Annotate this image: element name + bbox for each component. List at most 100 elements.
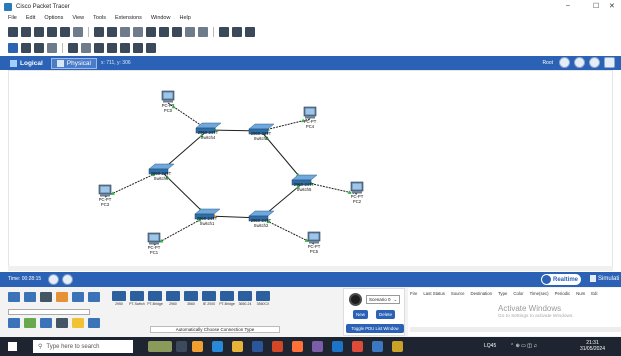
activity-wizard-icon[interactable] xyxy=(60,26,70,37)
app-icon[interactable] xyxy=(312,341,323,352)
column-header[interactable]: Destination xyxy=(471,291,493,296)
place-note-icon[interactable] xyxy=(68,42,78,53)
app-icon[interactable] xyxy=(332,341,343,352)
simulation-mode-button[interactable]: Simulati xyxy=(590,275,619,282)
print-icon[interactable] xyxy=(47,26,57,37)
delete-icon[interactable] xyxy=(34,42,44,53)
system-tray-icons[interactable]: ⌃ ⊕ ▭ ◫ ♫ xyxy=(510,343,537,349)
security-icon[interactable] xyxy=(72,318,84,328)
stock-widget[interactable]: LQ45 xyxy=(484,343,496,349)
column-header[interactable]: Last Status xyxy=(423,291,445,296)
viewport-icon[interactable] xyxy=(604,57,615,68)
minimize-button[interactable]: – xyxy=(566,2,570,9)
redo-icon[interactable] xyxy=(133,26,143,37)
multiuser-icon[interactable] xyxy=(88,292,100,302)
miscellaneous-icon[interactable] xyxy=(72,292,84,302)
routers-icon[interactable] xyxy=(8,318,20,328)
windows-start-icon[interactable] xyxy=(8,342,17,351)
network-info-icon[interactable] xyxy=(73,26,83,37)
tab-physical[interactable]: Physical xyxy=(50,57,97,69)
wireless-icon[interactable] xyxy=(56,318,68,328)
menu-options[interactable]: Options xyxy=(44,15,63,21)
device-search-field[interactable] xyxy=(8,309,90,315)
column-header[interactable]: Fire xyxy=(410,291,417,296)
tab-logical[interactable]: Logical xyxy=(6,58,47,69)
new-cluster-icon[interactable] xyxy=(574,57,585,68)
edge-browser-icon[interactable] xyxy=(212,341,223,352)
column-header[interactable]: Time(sec) xyxy=(530,291,549,296)
drawing-palette-icon[interactable] xyxy=(185,26,195,37)
connections-icon[interactable] xyxy=(56,292,68,302)
device-item[interactable]: 3650-24 xyxy=(238,291,252,309)
device-item[interactable]: 3560CX xyxy=(256,291,270,309)
toggle-pdu-list-button[interactable]: Toggle PDU List Window xyxy=(346,324,404,333)
menu-window[interactable]: Window xyxy=(151,15,171,21)
pdu-icon[interactable] xyxy=(219,26,229,37)
folder-icon[interactable] xyxy=(232,341,243,352)
device-item[interactable]: PT-Switch xyxy=(129,291,145,309)
components-icon[interactable] xyxy=(40,292,52,302)
powerpoint-icon[interactable] xyxy=(272,341,283,352)
custom-device-icon[interactable] xyxy=(198,26,208,37)
taskbar-search-box[interactable]: ⚲ Type here to search xyxy=(33,340,133,353)
logical-workspace-canvas[interactable]: 2960-24TT Switch4 2960-24TT Switch0 2960-24T… xyxy=(8,70,613,270)
chrome-icon[interactable] xyxy=(352,341,363,352)
resize-icon[interactable] xyxy=(47,42,57,53)
close-button[interactable]: ✕ xyxy=(609,2,615,10)
menu-edit[interactable]: Edit xyxy=(26,15,35,21)
column-header[interactable]: Periodic xyxy=(555,291,571,296)
complex-pdu-icon[interactable] xyxy=(146,42,156,53)
workspace-icon[interactable] xyxy=(232,26,242,37)
landscape-widget-icon[interactable] xyxy=(148,341,172,352)
network-devices-icon[interactable] xyxy=(8,292,20,302)
new-scenario-button[interactable]: New xyxy=(353,310,369,319)
menu-view[interactable]: View xyxy=(72,15,84,21)
column-header[interactable]: Source xyxy=(451,291,465,296)
taskbar-clock[interactable]: 21:31 31/05/2024 xyxy=(580,340,605,352)
paste-icon[interactable] xyxy=(107,26,117,37)
realtime-mode-button[interactable]: Realtime xyxy=(541,274,582,285)
device-item[interactable]: 2960 xyxy=(166,291,180,309)
menu-extensions[interactable]: Extensions xyxy=(115,15,142,21)
device-item[interactable]: IE 2000 xyxy=(202,291,216,309)
column-header[interactable]: Edi xyxy=(591,291,597,296)
move-object-icon[interactable] xyxy=(589,57,600,68)
zoom-out-icon[interactable] xyxy=(172,26,182,37)
preferences-icon[interactable] xyxy=(245,26,255,37)
draw-line-icon[interactable] xyxy=(81,42,91,53)
draw-rectangle-icon[interactable] xyxy=(94,42,104,53)
zoom-reset-icon[interactable] xyxy=(159,26,169,37)
column-header[interactable]: Type xyxy=(498,291,507,296)
inspect-icon[interactable] xyxy=(21,42,31,53)
menu-help[interactable]: Help xyxy=(179,15,190,21)
word-icon[interactable] xyxy=(252,341,263,352)
end-devices-icon[interactable] xyxy=(24,292,36,302)
column-header[interactable]: Num xyxy=(576,291,585,296)
device-item[interactable]: PT-Bridge xyxy=(147,291,163,309)
copy-icon[interactable] xyxy=(94,26,104,37)
zoom-in-icon[interactable] xyxy=(146,26,156,37)
pdu-horizontal-scrollbar[interactable] xyxy=(410,327,621,332)
device-item[interactable]: PT-Bridge xyxy=(219,291,235,309)
menu-tools[interactable]: Tools xyxy=(93,15,106,21)
back-icon[interactable] xyxy=(559,57,570,68)
fast-forward-icon[interactable] xyxy=(62,274,73,285)
switches-icon[interactable] xyxy=(24,318,36,328)
draw-ellipse-icon[interactable] xyxy=(107,42,117,53)
freeform-icon[interactable] xyxy=(120,42,130,53)
canvas-horizontal-scrollbar[interactable] xyxy=(8,266,613,271)
power-cycle-icon[interactable] xyxy=(48,274,59,285)
delete-scenario-button[interactable]: Delete xyxy=(376,310,396,319)
app-icon[interactable] xyxy=(392,341,403,352)
scenario-select[interactable]: Scenario 0 ⌄ xyxy=(366,295,400,304)
undo-icon[interactable] xyxy=(120,26,130,37)
file-explorer-icon[interactable] xyxy=(192,341,203,352)
open-folder-icon[interactable] xyxy=(21,26,31,37)
simple-pdu-icon[interactable] xyxy=(133,42,143,53)
column-header[interactable]: Color xyxy=(513,291,523,296)
hubs-icon[interactable] xyxy=(40,318,52,328)
menu-file[interactable]: File xyxy=(8,15,17,21)
save-icon[interactable] xyxy=(34,26,44,37)
select-icon[interactable] xyxy=(8,42,18,53)
maximize-button[interactable]: ☐ xyxy=(593,2,599,10)
